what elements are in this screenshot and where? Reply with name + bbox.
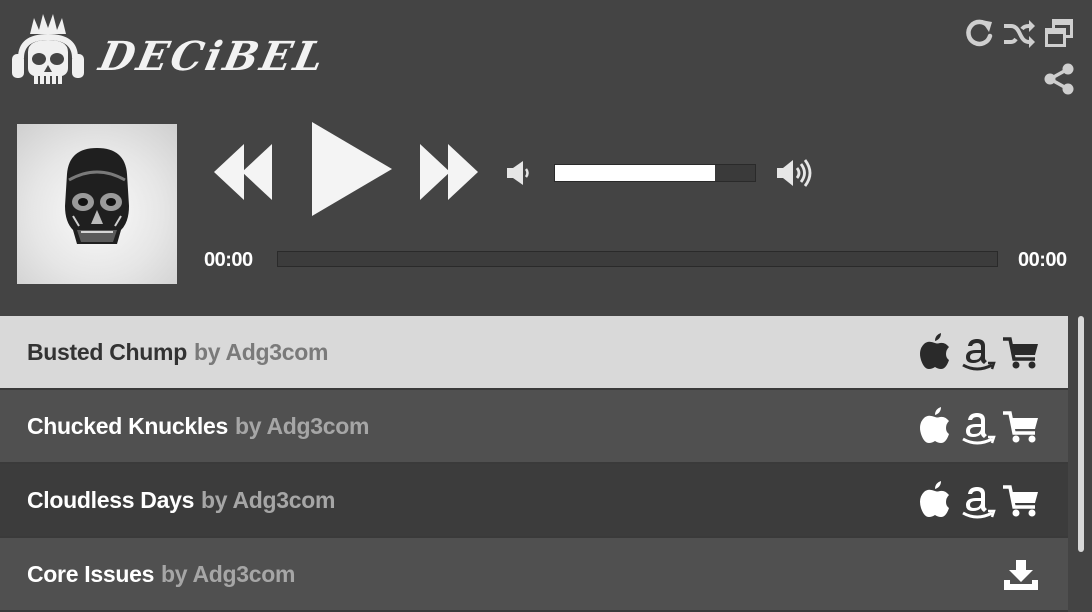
- playlist-track[interactable]: Busted Chump by Adg3com: [0, 316, 1068, 390]
- playlist-track[interactable]: Chucked Knuckles by Adg3com: [0, 390, 1068, 464]
- scrollbar-thumb[interactable]: [1078, 316, 1084, 552]
- max-volume-button[interactable]: [775, 156, 815, 195]
- track-title: Core Issues: [27, 561, 155, 587]
- apple-icon[interactable]: [918, 480, 956, 520]
- mute-button[interactable]: [505, 158, 533, 193]
- track-artist: by Adg3com: [235, 413, 370, 439]
- rewind-icon: [214, 144, 272, 200]
- track-title: Cloudless Days: [27, 487, 195, 513]
- cart-icon[interactable]: [1002, 480, 1040, 520]
- volume-slider[interactable]: [554, 164, 756, 182]
- play-button[interactable]: [308, 120, 394, 223]
- track-artist: by Adg3com: [201, 487, 336, 513]
- track-title: Chucked Knuckles: [27, 413, 228, 439]
- track-artist: by Adg3com: [194, 339, 329, 365]
- repeat-icon[interactable]: [962, 16, 996, 50]
- track-actions: [1002, 538, 1040, 610]
- play-icon: [312, 122, 392, 216]
- download-icon[interactable]: [1002, 554, 1040, 594]
- skull-headphones-icon: [12, 14, 84, 84]
- apple-icon[interactable]: [918, 406, 956, 446]
- album-art-skull-image: [65, 148, 129, 244]
- amazon-icon[interactable]: [960, 332, 998, 372]
- track-title: Busted Chump: [27, 339, 187, 365]
- track-actions: [918, 464, 1040, 536]
- share-icon[interactable]: [1042, 62, 1076, 96]
- volume-high-icon: [777, 159, 812, 187]
- app-wordmark: DECiBEL: [95, 33, 331, 80]
- popout-window-icon[interactable]: [1042, 16, 1076, 50]
- playlist-track[interactable]: Cloudless Days by Adg3com: [0, 464, 1068, 538]
- playlist: Busted Chump by Adg3com Chucked Knuckles by…: [0, 316, 1068, 612]
- duration-time: 00:00: [1018, 249, 1067, 271]
- next-button[interactable]: [418, 140, 480, 209]
- track-actions: [918, 390, 1040, 462]
- playlist-scrollbar[interactable]: [1076, 316, 1086, 606]
- header: DECiBEL: [0, 0, 1092, 110]
- amazon-icon[interactable]: [960, 406, 998, 446]
- seek-bar[interactable]: [277, 251, 998, 267]
- track-actions: [918, 316, 1040, 388]
- playlist-track[interactable]: Core Issues by Adg3com: [0, 538, 1068, 612]
- amazon-icon[interactable]: [960, 480, 998, 520]
- fast-forward-icon: [420, 144, 478, 200]
- elapsed-time: 00:00: [204, 249, 253, 271]
- apple-icon[interactable]: [918, 332, 956, 372]
- cart-icon[interactable]: [1002, 332, 1040, 372]
- previous-button[interactable]: [212, 140, 274, 209]
- cart-icon[interactable]: [1002, 406, 1040, 446]
- volume-low-icon: [507, 161, 529, 185]
- track-artist: by Adg3com: [161, 561, 296, 587]
- album-art: [17, 124, 177, 284]
- shuffle-icon[interactable]: [1002, 16, 1036, 50]
- volume-level: [555, 165, 715, 181]
- header-toolbar: [950, 14, 1080, 98]
- logo: DECiBEL: [8, 12, 331, 87]
